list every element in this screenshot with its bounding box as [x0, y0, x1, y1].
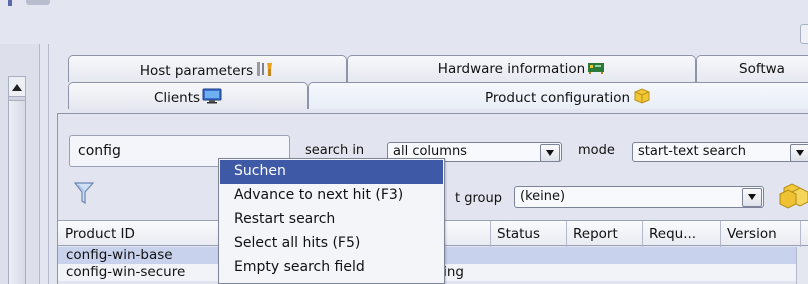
search-in-value: all columns	[393, 144, 467, 159]
product-group-label: t group	[455, 191, 502, 206]
tab-product-configuration[interactable]: Product configuration	[308, 82, 808, 109]
tab-host-parameters[interactable]: Host parameters	[68, 55, 347, 82]
column-header-version[interactable]: Version	[720, 221, 801, 247]
tab-clients[interactable]: Clients	[68, 82, 308, 109]
menu-item-empty-search-field[interactable]: Empty search field	[220, 256, 443, 280]
product-id-cell: config-win-base	[66, 247, 173, 263]
column-header-requested[interactable]: Requ...	[642, 221, 721, 247]
product-group-value: (keine)	[520, 189, 566, 204]
tab-label: Hardware information	[437, 61, 586, 77]
tab-label: Host parameters	[139, 63, 254, 79]
chevron-down-icon[interactable]	[790, 144, 808, 162]
search-context-menu: Suchen Advance to next hit (F3) Restart …	[218, 158, 445, 284]
toolbar-button-edge[interactable]	[800, 24, 808, 44]
chevron-down-icon[interactable]	[540, 144, 560, 162]
column-header-status[interactable]: Status	[490, 221, 567, 247]
tab-label: Softwa	[739, 61, 785, 77]
package-icon	[632, 88, 652, 108]
toolbar-edge-mark	[26, 0, 50, 5]
mode-label: mode	[578, 143, 615, 158]
product-packages-icon[interactable]	[778, 180, 808, 210]
toolbar-edge-mark	[8, 0, 12, 6]
tab-software[interactable]: Softwa	[696, 55, 808, 82]
mode-select[interactable]: start-text search	[632, 142, 808, 162]
chevron-down-icon[interactable]	[742, 188, 762, 207]
menu-item-restart-search[interactable]: Restart search	[220, 208, 443, 232]
monitor-icon	[202, 88, 222, 108]
splitter[interactable]	[48, 44, 49, 284]
scrollbar-thumb[interactable]	[9, 100, 25, 284]
search-input-value: config	[78, 143, 121, 159]
tab-hardware-information[interactable]: Hardware information	[347, 55, 696, 82]
hardware-icon	[587, 61, 605, 79]
product-id-cell: config-win-secure	[66, 264, 186, 280]
column-header-report[interactable]: Report	[566, 221, 643, 247]
tab-label: Clients	[153, 90, 201, 106]
menu-item-advance-next-hit[interactable]: Advance to next hit (F3)	[220, 184, 443, 208]
product-group-select[interactable]: (keine)	[514, 186, 764, 208]
menu-item-select-all-hits[interactable]: Select all hits (F5)	[220, 232, 443, 256]
tools-icon	[255, 61, 275, 81]
arrow-up-icon	[12, 84, 22, 91]
menu-item-suchen[interactable]: Suchen	[220, 160, 443, 184]
table-scrollbar[interactable]	[796, 247, 808, 284]
search-in-label: search in	[305, 143, 365, 158]
top-toolbar-area	[0, 0, 808, 44]
mode-value: start-text search	[638, 144, 746, 159]
filter-icon[interactable]	[73, 181, 97, 207]
tab-label: Product configuration	[485, 90, 631, 106]
